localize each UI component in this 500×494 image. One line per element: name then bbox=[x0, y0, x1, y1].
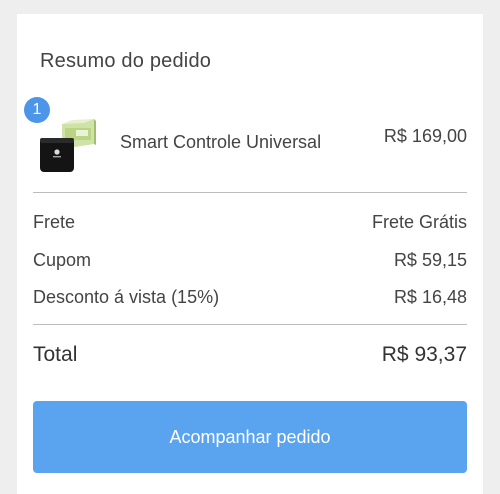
coupon-value: R$ 59,15 bbox=[393, 250, 467, 270]
shipping-label: Frete bbox=[33, 212, 76, 232]
item-quantity-badge: 1 bbox=[24, 97, 50, 123]
shipping-value: Frete Grátis bbox=[371, 212, 467, 232]
product-name: Smart Controle Universal bbox=[120, 132, 322, 152]
track-order-button[interactable]: Acompanhar pedido bbox=[33, 401, 467, 473]
product-thumbnail bbox=[38, 116, 96, 174]
cash-discount-label: Desconto á vista (15%) bbox=[33, 287, 220, 307]
coupon-label: Cupom bbox=[33, 250, 92, 270]
divider-top bbox=[33, 192, 467, 193]
order-summary-card: Resumo do pedido 1 Smart Controle Univer… bbox=[17, 14, 483, 494]
product-price: R$ 169,00 bbox=[383, 126, 467, 146]
divider-bottom bbox=[33, 324, 467, 325]
order-summary-title: Resumo do pedido bbox=[40, 50, 212, 72]
total-label: Total bbox=[33, 343, 78, 366]
cash-discount-value: R$ 16,48 bbox=[393, 287, 467, 307]
total-value: R$ 93,37 bbox=[381, 343, 467, 366]
